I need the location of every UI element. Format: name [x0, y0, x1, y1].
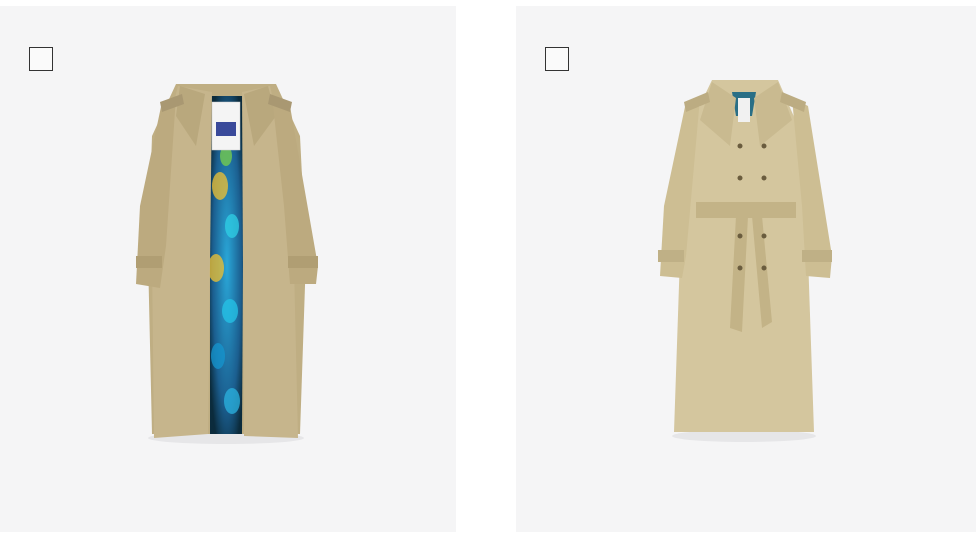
- product-card-2[interactable]: [516, 6, 976, 532]
- compare-checkbox-1[interactable]: [29, 47, 53, 71]
- product-card-1[interactable]: [0, 6, 456, 532]
- product-image-belted-coat[interactable]: [516, 6, 976, 532]
- compare-checkbox-2[interactable]: [545, 47, 569, 71]
- product-image-open-coat[interactable]: [0, 6, 456, 532]
